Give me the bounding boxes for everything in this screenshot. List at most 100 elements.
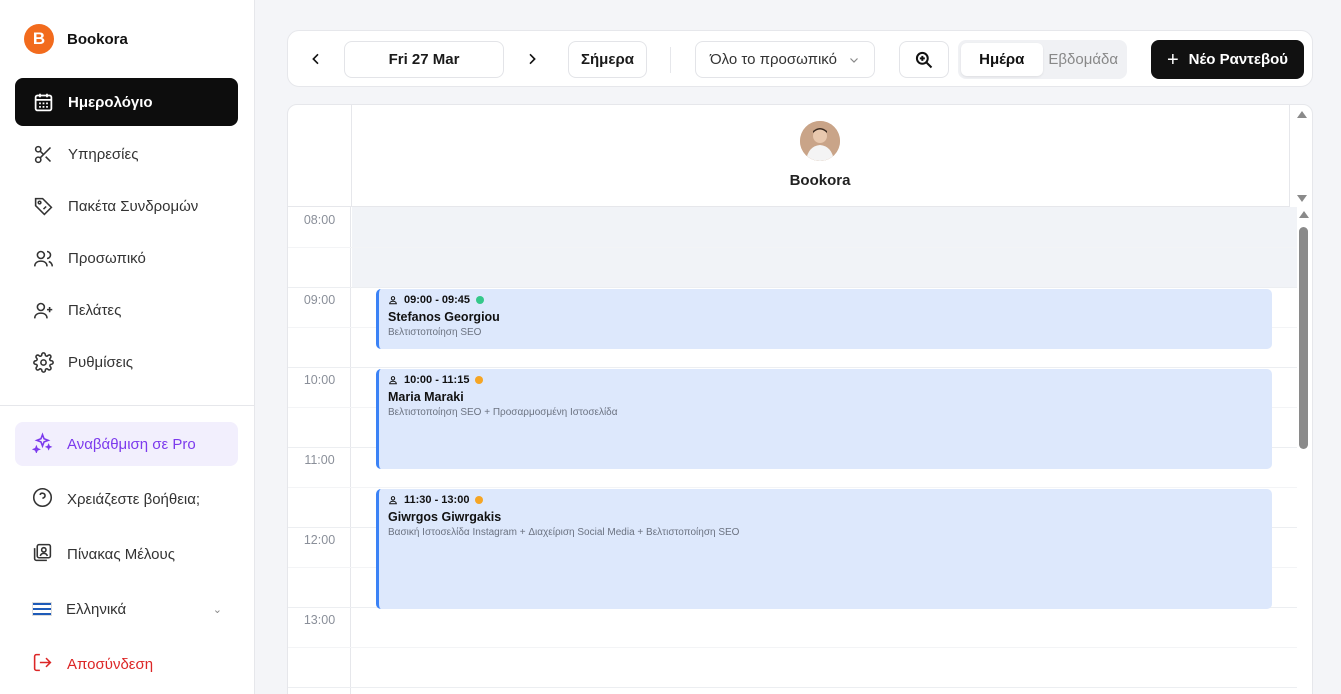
- day-calendar: Bookora 08:00 09:00 10:00 11:00 12:00 13…: [287, 104, 1313, 694]
- sidebar-item-label: Πακέτα Συνδρομών: [68, 197, 199, 215]
- help-label: Χρειάζεστε βοήθεια;: [67, 490, 201, 508]
- appointment-service: Βελτιστοποίηση SEO: [388, 327, 482, 338]
- scroll-up-icon: [1297, 111, 1307, 118]
- sidebar-item-clients[interactable]: Πελάτες: [15, 286, 238, 334]
- logout-icon: [32, 652, 53, 677]
- time-label: 13:00: [303, 613, 336, 627]
- logout-button[interactable]: Αποσύνδεση: [15, 642, 238, 686]
- chevron-down-icon: ⌄: [212, 603, 222, 616]
- grid-scrollbar[interactable]: [1298, 207, 1312, 694]
- appointment-time-row: 11:30 - 13:00: [388, 494, 1272, 506]
- sidebar-item-services[interactable]: Υπηρεσίες: [15, 130, 238, 178]
- gear-icon: [32, 351, 54, 373]
- calendar-header: Bookora: [288, 105, 1307, 207]
- help-icon: [32, 487, 53, 512]
- appointment-card[interactable]: 10:00 - 11:15 Maria Maraki Βελτιστοποίησ…: [376, 369, 1272, 469]
- appointment-client: Stefanos Georgiou: [388, 310, 500, 324]
- appointment-client: Maria Maraki: [388, 390, 464, 404]
- staff-filter-select[interactable]: Όλο το προσωπικό: [695, 41, 875, 78]
- status-dot: [476, 296, 485, 304]
- user-plus-icon: [32, 299, 54, 321]
- appointment-service: Βελτιστοποίηση SEO + Προσαρμοσμένη Ιστοσ…: [388, 407, 618, 418]
- view-day-button[interactable]: Ημέρα: [961, 43, 1043, 76]
- appointment-time: 11:30 - 13:00: [404, 494, 470, 506]
- sidebar-item-settings[interactable]: Ρυθμίσεις: [15, 338, 238, 386]
- brand-logo: B: [24, 24, 54, 54]
- grid-line: [288, 687, 1297, 688]
- time-label: 08:00: [303, 213, 336, 227]
- chevron-left-icon: [312, 53, 319, 65]
- zoom-button[interactable]: [899, 41, 949, 78]
- appointment-time: 09:00 - 09:45: [404, 294, 471, 306]
- upgrade-label: Αναβάθμιση σε Pro: [67, 435, 196, 453]
- staff-name: Bookora: [789, 172, 851, 189]
- calendar-toolbar: Fri 27 Mar Σήμερα Όλο το προσωπικό Ημέρα…: [287, 30, 1313, 87]
- view-toggle: Ημέρα Εβδομάδα: [958, 40, 1127, 79]
- sidebar-divider: [0, 405, 254, 406]
- appointment-client: Giwrgos Giwrgakis: [388, 510, 502, 524]
- sidebar-item-staff[interactable]: Προσωπικό: [15, 234, 238, 282]
- time-label: 12:00: [303, 533, 336, 547]
- header-scrollbar[interactable]: [1289, 105, 1312, 207]
- appointment-time: 10:00 - 11:15: [404, 374, 470, 386]
- appointment-card[interactable]: 09:00 - 09:45 Stefanos Georgiou Βελτιστο…: [376, 289, 1272, 349]
- current-date[interactable]: Fri 27 Mar: [344, 41, 504, 78]
- time-label: 10:00: [303, 373, 336, 387]
- sparkles-icon: [31, 431, 53, 457]
- greek-flag-icon: [32, 602, 52, 616]
- grid-line: [288, 287, 1297, 288]
- member-board-icon: [32, 542, 53, 567]
- sidebar-item-label: Προσωπικό: [68, 249, 146, 267]
- person-icon: [389, 496, 397, 505]
- new-appointment-label: Νέο Ραντεβού: [1188, 51, 1289, 68]
- sidebar-item-packages[interactable]: Πακέτα Συνδρομών: [15, 182, 238, 230]
- plus-icon: +: [1166, 48, 1179, 71]
- grid-line: [288, 247, 1297, 248]
- scroll-down-icon: [1297, 195, 1307, 202]
- time-label: 09:00: [303, 293, 336, 307]
- today-button[interactable]: Σήμερα: [568, 41, 647, 78]
- grid-line: [288, 367, 1297, 368]
- language-select[interactable]: Ελληνικά ⌄: [15, 587, 238, 631]
- member-board-label: Πίνακας Μέλους: [67, 545, 175, 563]
- help-link[interactable]: Χρειάζεστε βοήθεια;: [15, 477, 238, 521]
- time-grid[interactable]: 08:00 09:00 10:00 11:00 12:00 13:00 09:0…: [288, 207, 1297, 694]
- grid-line: [288, 487, 1297, 488]
- sidebar-item-label: Ρυθμίσεις: [68, 353, 134, 371]
- users-icon: [32, 247, 54, 269]
- tag-icon: [32, 195, 54, 217]
- grid-line: [288, 647, 1297, 648]
- new-appointment-button[interactable]: + Νέο Ραντεβού: [1151, 40, 1304, 79]
- calendar-icon: [32, 91, 54, 113]
- member-board-link[interactable]: Πίνακας Μέλους: [15, 532, 238, 576]
- appointment-service: Βασική Ιστοσελίδα Instagram + Διαχείριση…: [388, 527, 740, 538]
- scrollbar-thumb[interactable]: [1299, 227, 1308, 449]
- staff-avatar[interactable]: [800, 121, 840, 161]
- prev-day-button[interactable]: [298, 41, 334, 77]
- language-label: Ελληνικά: [66, 600, 127, 618]
- logout-label: Αποσύνδεση: [67, 655, 154, 673]
- appointment-time-row: 10:00 - 11:15: [388, 374, 1272, 386]
- status-dot: [475, 496, 484, 504]
- view-week-button[interactable]: Εβδομάδα: [1043, 43, 1125, 76]
- bottom-nav: Αναβάθμιση σε Pro Χρειάζεστε βοήθεια; Πί…: [15, 422, 238, 694]
- chevron-right-icon: [529, 53, 536, 65]
- sidebar-item-label: Ημερολόγιο: [68, 93, 153, 111]
- sidebar-item-label: Πελάτες: [68, 301, 122, 319]
- time-label: 11:00: [304, 453, 335, 467]
- toolbar-divider: [670, 47, 671, 73]
- chevron-down-icon: [850, 57, 858, 63]
- sidebar-item-label: Υπηρεσίες: [68, 145, 139, 163]
- upgrade-pro-button[interactable]: Αναβάθμιση σε Pro: [15, 422, 238, 466]
- person-icon: [389, 296, 397, 305]
- person-icon: [389, 376, 397, 385]
- next-day-button[interactable]: [514, 41, 550, 77]
- main-nav: Ημερολόγιο Υπηρεσίες Πακέτα Συνδρομών Πρ…: [15, 78, 238, 390]
- zoom-in-icon: [915, 51, 933, 68]
- brand[interactable]: B Bookora: [24, 24, 128, 54]
- brand-name: Bookora: [67, 30, 128, 48]
- sidebar-item-calendar[interactable]: Ημερολόγιο: [15, 78, 238, 126]
- status-dot: [475, 376, 484, 384]
- appointment-card[interactable]: 11:30 - 13:00 Giwrgos Giwrgakis Βασική Ι…: [376, 489, 1272, 609]
- sidebar: B Bookora Ημερολόγιο Υπηρεσίες Πακέτα Συ…: [0, 0, 255, 694]
